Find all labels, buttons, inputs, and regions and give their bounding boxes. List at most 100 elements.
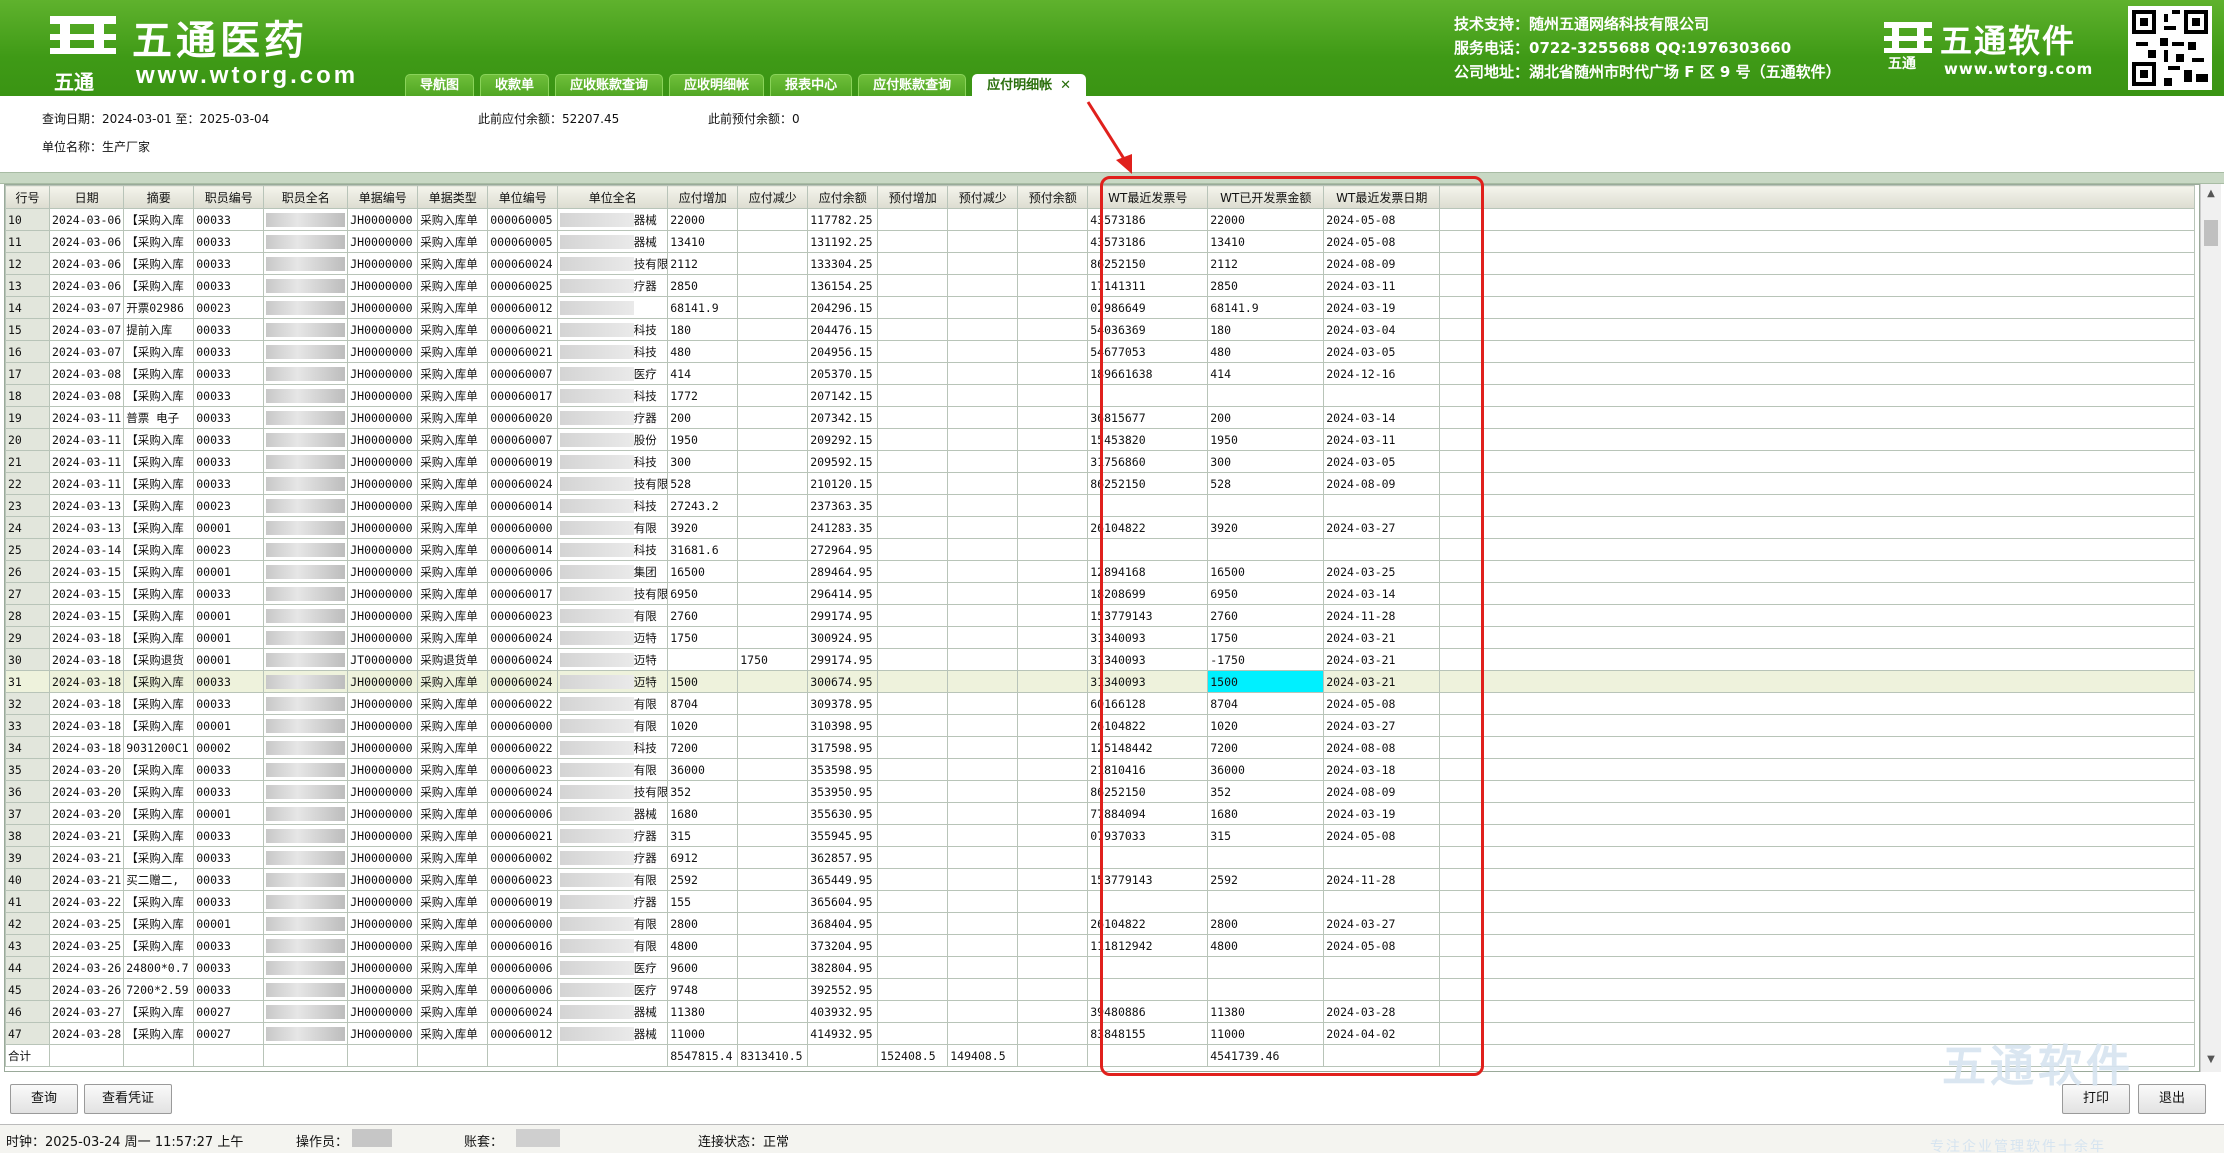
table-cell[interactable]: 采购入库单: [417, 406, 489, 429]
table-cell[interactable]: 2024-03-21: [48, 824, 125, 847]
column-header[interactable]: 行号: [5, 185, 50, 209]
table-cell[interactable]: [737, 582, 809, 605]
table-cell[interactable]: [947, 670, 1019, 693]
table-cell[interactable]: 14: [5, 296, 50, 319]
table-cell[interactable]: JH0000000: [347, 758, 419, 781]
table-cell[interactable]: 器械: [557, 1000, 669, 1023]
table-cell[interactable]: 365604.95: [807, 890, 879, 913]
table-cell[interactable]: 36: [5, 780, 50, 803]
tab-receivable-detail[interactable]: 应收明细帐: [669, 74, 765, 97]
table-cell[interactable]: 000060000: [487, 516, 559, 539]
table-cell[interactable]: JH0000000: [347, 736, 419, 759]
table-cell[interactable]: 00023: [193, 296, 265, 319]
table-cell[interactable]: 00033: [193, 956, 265, 979]
table-cell[interactable]: 【采购入库: [123, 472, 195, 495]
table-cell[interactable]: 2760: [667, 604, 739, 627]
table-cell[interactable]: 00023: [193, 538, 265, 561]
table-cell[interactable]: 2024-03-28: [48, 1022, 125, 1045]
table-cell[interactable]: 000060024: [487, 472, 559, 495]
table-cell[interactable]: 000060016: [487, 934, 559, 957]
table-cell[interactable]: 00033: [193, 340, 265, 363]
tab-payable-query[interactable]: 应付账款查询: [858, 74, 967, 97]
table-cell[interactable]: 【采购入库: [123, 384, 195, 407]
table-cell[interactable]: JH0000000: [347, 208, 419, 231]
table-cell[interactable]: [737, 384, 809, 407]
table-cell[interactable]: [737, 318, 809, 341]
table-cell[interactable]: 23: [5, 494, 50, 517]
table-cell[interactable]: JH0000000: [347, 802, 419, 825]
table-cell[interactable]: 00001: [193, 560, 265, 583]
table-cell[interactable]: [737, 494, 809, 517]
table-cell[interactable]: [263, 560, 349, 583]
table-cell[interactable]: 000060021: [487, 340, 559, 363]
table-cell[interactable]: 000060022: [487, 736, 559, 759]
table-cell[interactable]: 2024-03-21: [48, 846, 125, 869]
table-cell[interactable]: 000060007: [487, 362, 559, 385]
table-cell[interactable]: [1017, 318, 1089, 341]
table-cell[interactable]: 采购入库单: [417, 846, 489, 869]
table-cell[interactable]: 11: [5, 230, 50, 253]
table-cell[interactable]: 000060024: [487, 648, 559, 671]
table-cell[interactable]: 有限: [557, 868, 669, 891]
table-cell[interactable]: 【采购入库: [123, 1000, 195, 1023]
table-cell[interactable]: 30: [5, 648, 50, 671]
table-cell[interactable]: 【采购入库: [123, 516, 195, 539]
table-cell[interactable]: JH0000000: [347, 362, 419, 385]
table-cell[interactable]: 000060024: [487, 780, 559, 803]
table-cell[interactable]: 采购入库单: [417, 450, 489, 473]
table-cell[interactable]: 【采购入库: [123, 934, 195, 957]
table-cell[interactable]: JH0000000: [347, 1022, 419, 1045]
table-cell[interactable]: [877, 582, 949, 605]
table-cell[interactable]: [737, 692, 809, 715]
column-header[interactable]: 单位全名: [557, 185, 669, 209]
table-cell[interactable]: 器械: [557, 802, 669, 825]
table-cell[interactable]: [1017, 868, 1089, 891]
table-cell[interactable]: 00001: [193, 604, 265, 627]
table-cell[interactable]: 普票 电子: [123, 406, 195, 429]
table-cell[interactable]: 13: [5, 274, 50, 297]
table-cell[interactable]: [263, 714, 349, 737]
table-cell[interactable]: JH0000000: [347, 714, 419, 737]
table-cell[interactable]: 204956.15: [807, 340, 879, 363]
table-cell[interactable]: [263, 538, 349, 561]
table-cell[interactable]: 采购入库单: [417, 626, 489, 649]
table-cell[interactable]: [263, 582, 349, 605]
table-cell[interactable]: JH0000000: [347, 318, 419, 341]
table-cell[interactable]: 迈特: [557, 670, 669, 693]
table-cell[interactable]: [947, 560, 1019, 583]
table-cell[interactable]: 000060023: [487, 868, 559, 891]
table-cell[interactable]: [877, 802, 949, 825]
table-cell[interactable]: 医疗: [557, 978, 669, 1001]
table-cell[interactable]: 2024-03-14: [48, 538, 125, 561]
table-cell[interactable]: [263, 516, 349, 539]
table-cell[interactable]: 22: [5, 472, 50, 495]
table-cell[interactable]: [947, 956, 1019, 979]
table-cell[interactable]: 科技: [557, 384, 669, 407]
table-cell[interactable]: JH0000000: [347, 626, 419, 649]
table-cell[interactable]: JH0000000: [347, 582, 419, 605]
table-cell[interactable]: JH0000000: [347, 494, 419, 517]
table-cell[interactable]: 00001: [193, 626, 265, 649]
table-cell[interactable]: [263, 494, 349, 517]
table-cell[interactable]: JH0000000: [347, 274, 419, 297]
table-cell[interactable]: 采购入库单: [417, 802, 489, 825]
table-cell[interactable]: 【采购退货: [123, 648, 195, 671]
table-cell[interactable]: 1772: [667, 384, 739, 407]
table-cell[interactable]: [263, 450, 349, 473]
scroll-up-icon[interactable]: ▲: [2204, 188, 2218, 202]
table-cell[interactable]: 采购入库单: [417, 472, 489, 495]
table-cell[interactable]: 00001: [193, 516, 265, 539]
table-cell[interactable]: 技有限: [557, 472, 669, 495]
table-cell[interactable]: 2024-03-15: [48, 582, 125, 605]
table-cell[interactable]: 26: [5, 560, 50, 583]
table-cell[interactable]: 210120.15: [807, 472, 879, 495]
table-cell[interactable]: 【采购入库: [123, 340, 195, 363]
table-cell[interactable]: 000060017: [487, 384, 559, 407]
table-cell[interactable]: [947, 494, 1019, 517]
table-cell[interactable]: [737, 428, 809, 451]
table-cell[interactable]: 迈特: [557, 648, 669, 671]
table-cell[interactable]: 00033: [193, 978, 265, 1001]
table-cell[interactable]: [263, 824, 349, 847]
table-cell[interactable]: 6912: [667, 846, 739, 869]
table-cell[interactable]: 136154.25: [807, 274, 879, 297]
